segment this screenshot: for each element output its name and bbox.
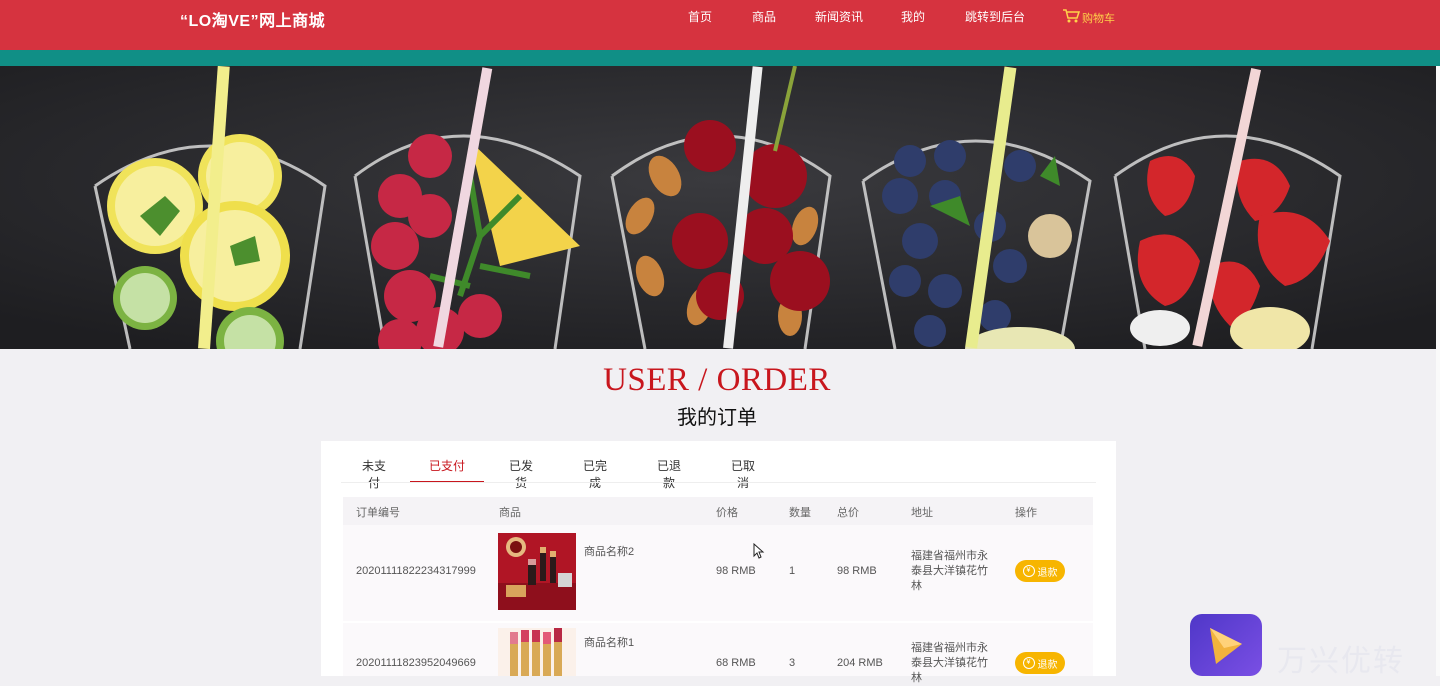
order-qty: 3	[789, 657, 796, 669]
page-title-cn: 我的订单	[677, 407, 757, 429]
refund-icon: ¥	[1022, 657, 1035, 669]
nav-home[interactable]: 首页	[688, 8, 712, 25]
page-scrollbar[interactable]	[1436, 66, 1440, 676]
watermark-logo-icon	[1190, 614, 1262, 676]
refund-button[interactable]: ¥ 退款	[1015, 652, 1065, 674]
nav-news[interactable]: 新闻资讯	[815, 8, 863, 25]
refund-label: 退款	[1037, 659, 1058, 671]
order-total: 98 RMB	[837, 565, 877, 577]
nav-products[interactable]: 商品	[752, 8, 776, 25]
col-address: 地址	[911, 507, 933, 519]
refund-label: 退款	[1037, 567, 1058, 579]
order-address: 福建省福州市永泰县大洋镇花竹林	[911, 642, 988, 684]
refund-icon: ¥	[1022, 565, 1035, 577]
col-action: 操作	[1015, 507, 1037, 519]
refund-button[interactable]: ¥ 退款	[1015, 560, 1065, 582]
order-number: 20201111823952049669	[356, 657, 476, 669]
order-qty: 1	[789, 565, 796, 577]
nav-mine[interactable]: 我的	[901, 8, 925, 25]
product-image[interactable]	[498, 533, 576, 610]
tab-shipped[interactable]: 已发货	[504, 457, 538, 490]
page-title-en: USER / ORDER	[603, 362, 831, 398]
col-product: 商品	[499, 507, 521, 519]
tab-cancelled[interactable]: 已取消	[726, 457, 760, 490]
col-order-no: 订单编号	[356, 507, 400, 519]
order-number: 20201111822234317999	[356, 565, 476, 577]
tabs-divider	[341, 482, 1096, 483]
nav-cart[interactable]: 购物车	[1062, 8, 1115, 27]
product-name[interactable]: 商品名称2	[584, 543, 634, 559]
orders-panel: 未支付 已支付 已发货 已完成 已退款 已取消 订单编号 商品 价格 数量 总价…	[321, 441, 1116, 684]
order-price: 68 RMB	[716, 657, 756, 669]
order-price: 98 RMB	[716, 565, 756, 577]
order-address: 福建省福州市永泰县大洋镇花竹林	[911, 550, 988, 592]
teal-strip	[0, 50, 1440, 66]
order-total: 204 RMB	[837, 657, 883, 669]
col-price: 价格	[716, 507, 738, 519]
tab-unpaid[interactable]: 未支付	[357, 457, 391, 490]
mouse-cursor-icon	[753, 542, 765, 564]
col-qty: 数量	[789, 507, 811, 519]
product-image[interactable]	[498, 628, 576, 676]
watermark-text: 万兴优转	[1277, 645, 1405, 678]
nav-admin[interactable]: 跳转到后台	[965, 8, 1025, 25]
site-logo[interactable]: “LO淘VE”网上商城	[180, 7, 325, 31]
cart-icon	[1062, 8, 1081, 27]
product-name[interactable]: 商品名称1	[584, 634, 634, 650]
tab-refunded[interactable]: 已退款	[652, 457, 686, 490]
hero-banner	[0, 66, 1436, 349]
cart-label: 购物车	[1082, 12, 1115, 25]
tab-completed[interactable]: 已完成	[578, 457, 612, 490]
tab-paid[interactable]: 已支付	[410, 457, 484, 483]
col-total: 总价	[837, 507, 859, 519]
